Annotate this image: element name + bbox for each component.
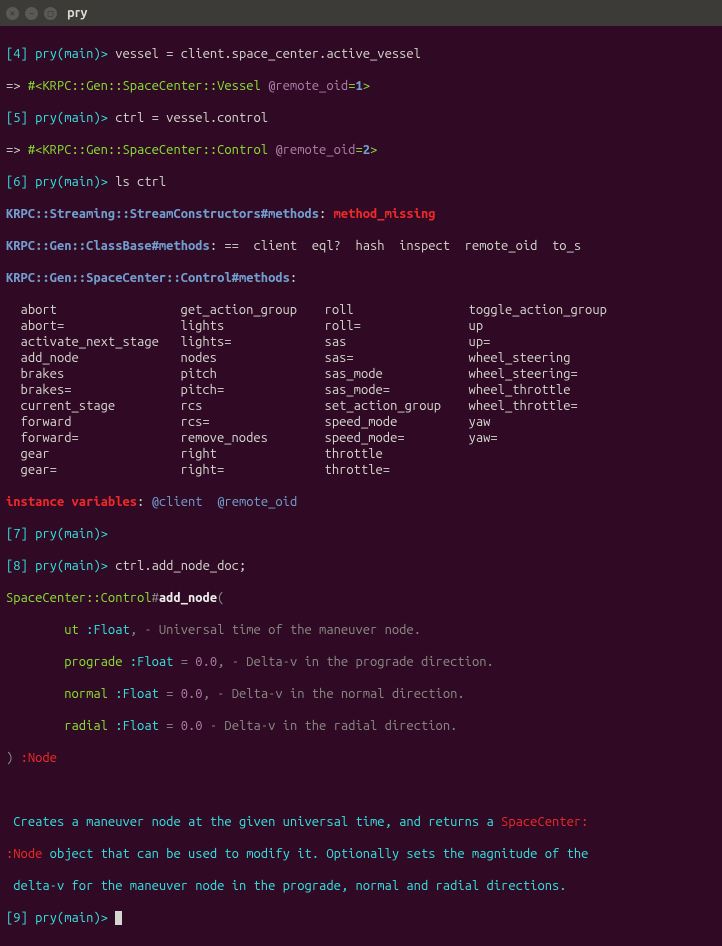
method-row: brakes= pitch= sas_mode= wheel_throttle	[6, 382, 716, 398]
method-name: right=	[166, 462, 310, 478]
window-titlebar: ✕ − □ pry	[0, 0, 722, 26]
doc-param-ut: ut :Float, - Universal time of the maneu…	[6, 622, 716, 638]
method-name: activate_next_stage	[6, 334, 166, 350]
method-name	[454, 462, 716, 478]
doc-param-radial: radial :Float = 0.0 - Delta-v in the rad…	[6, 718, 716, 734]
prompt-8: [8] pry(main)>	[6, 559, 115, 573]
method-name: yaw=	[454, 430, 716, 446]
doc-desc-1: Creates a maneuver node at the given uni…	[6, 814, 716, 830]
method-name: rcs=	[166, 414, 310, 430]
method-name: abort=	[6, 318, 166, 334]
method-name	[454, 446, 716, 462]
method-name: yaw	[454, 414, 716, 430]
method-row: add_node nodes sas= wheel_steering	[6, 350, 716, 366]
method-row: abort get_action_group roll toggle_actio…	[6, 302, 716, 318]
line-9-prompt: [9] pry(main)>	[6, 910, 716, 926]
cmd-8: ctrl.add_node_doc;	[115, 559, 246, 573]
method-name: wheel_steering=	[454, 366, 716, 382]
prompt-4: [4] pry(main)>	[6, 47, 115, 61]
cmd-4: vessel = client.space_center.active_vess…	[115, 47, 421, 61]
method-row: gear right throttle	[6, 446, 716, 462]
method-name: roll	[310, 302, 454, 318]
method-row: abort= lights roll= up	[6, 318, 716, 334]
window-title: pry	[67, 5, 87, 21]
prompt-9: [9] pry(main)>	[6, 911, 115, 925]
method-name: wheel_throttle	[454, 382, 716, 398]
method-name: lights	[166, 318, 310, 334]
method-name: set_action_group	[310, 398, 454, 414]
method-name: wheel_steering	[454, 350, 716, 366]
doc-desc-3: delta-v for the maneuver node in the pro…	[6, 878, 716, 894]
ls-header-3: KRPC::Gen::SpaceCenter::Control#methods:	[6, 270, 716, 286]
method-name: speed_mode=	[310, 430, 454, 446]
method-name: abort	[6, 302, 166, 318]
doc-desc-2: :Node object that can be used to modify …	[6, 846, 716, 862]
line-5-prompt: [5] pry(main)> ctrl = vessel.control	[6, 110, 716, 126]
method-name: up=	[454, 334, 716, 350]
doc-param-normal: normal :Float = 0.0, - Delta-v in the no…	[6, 686, 716, 702]
minimize-icon[interactable]: −	[25, 7, 38, 20]
method-name: remove_nodes	[166, 430, 310, 446]
method-row: forward= remove_nodes speed_mode= yaw=	[6, 430, 716, 446]
method-name: throttle	[310, 446, 454, 462]
line-4-result: => #<KRPC::Gen::SpaceCenter::Vessel @rem…	[6, 78, 716, 94]
method-name: up	[454, 318, 716, 334]
method-name: brakes	[6, 366, 166, 382]
method-name: sas_mode	[310, 366, 454, 382]
method-row: brakes pitch sas_mode wheel_steering=	[6, 366, 716, 382]
method-name: roll=	[310, 318, 454, 334]
method-name: toggle_action_group	[454, 302, 716, 318]
method-name: forward	[6, 414, 166, 430]
method-name: throttle=	[310, 462, 454, 478]
line-4-prompt: [4] pry(main)> vessel = client.space_cen…	[6, 46, 716, 62]
method-name: pitch=	[166, 382, 310, 398]
method-grid: abort get_action_group roll toggle_actio…	[6, 302, 716, 478]
method-name: sas	[310, 334, 454, 350]
method-row: current_stage rcs set_action_group wheel…	[6, 398, 716, 414]
ls-header-1: KRPC::Streaming::StreamConstructors#meth…	[6, 206, 716, 222]
method-name: current_stage	[6, 398, 166, 414]
method-name: add_node	[6, 350, 166, 366]
line-6-prompt: [6] pry(main)> ls ctrl	[6, 174, 716, 190]
method-name: brakes=	[6, 382, 166, 398]
method-row: forward rcs= speed_mode yaw	[6, 414, 716, 430]
method-name: lights=	[166, 334, 310, 350]
method-name: sas=	[310, 350, 454, 366]
terminal-output[interactable]: [4] pry(main)> vessel = client.space_cen…	[0, 26, 722, 946]
blank-line	[6, 782, 716, 798]
method-name: wheel_throttle=	[454, 398, 716, 414]
cursor-icon[interactable]	[115, 911, 122, 925]
doc-signature: SpaceCenter::Control#add_node(	[6, 590, 716, 606]
cmd-6: ls ctrl	[115, 175, 166, 189]
cmd-5: ctrl = vessel.control	[115, 111, 268, 125]
prompt-7: [7] pry(main)>	[6, 527, 115, 541]
method-name: right	[166, 446, 310, 462]
instance-variables: instance variables: @client @remote_oid	[6, 494, 716, 510]
line-8-prompt: [8] pry(main)> ctrl.add_node_doc;	[6, 558, 716, 574]
ls-header-2: KRPC::Gen::ClassBase#methods: == client …	[6, 238, 716, 254]
doc-return: ) :Node	[6, 750, 716, 766]
method-name: nodes	[166, 350, 310, 366]
method-name: forward=	[6, 430, 166, 446]
method-row: activate_next_stage lights= sas up=	[6, 334, 716, 350]
method-row: gear= right= throttle=	[6, 462, 716, 478]
prompt-5: [5] pry(main)>	[6, 111, 115, 125]
line-5-result: => #<KRPC::Gen::SpaceCenter::Control @re…	[6, 142, 716, 158]
close-icon[interactable]: ✕	[6, 7, 19, 20]
method-name: get_action_group	[166, 302, 310, 318]
method-name: speed_mode	[310, 414, 454, 430]
method-name: gear=	[6, 462, 166, 478]
method-name: sas_mode=	[310, 382, 454, 398]
doc-param-prograde: prograde :Float = 0.0, - Delta-v in the …	[6, 654, 716, 670]
prompt-6: [6] pry(main)>	[6, 175, 115, 189]
method-name: gear	[6, 446, 166, 462]
line-7-prompt: [7] pry(main)>	[6, 526, 716, 542]
method-name: rcs	[166, 398, 310, 414]
method-name: pitch	[166, 366, 310, 382]
maximize-icon[interactable]: □	[44, 7, 57, 20]
